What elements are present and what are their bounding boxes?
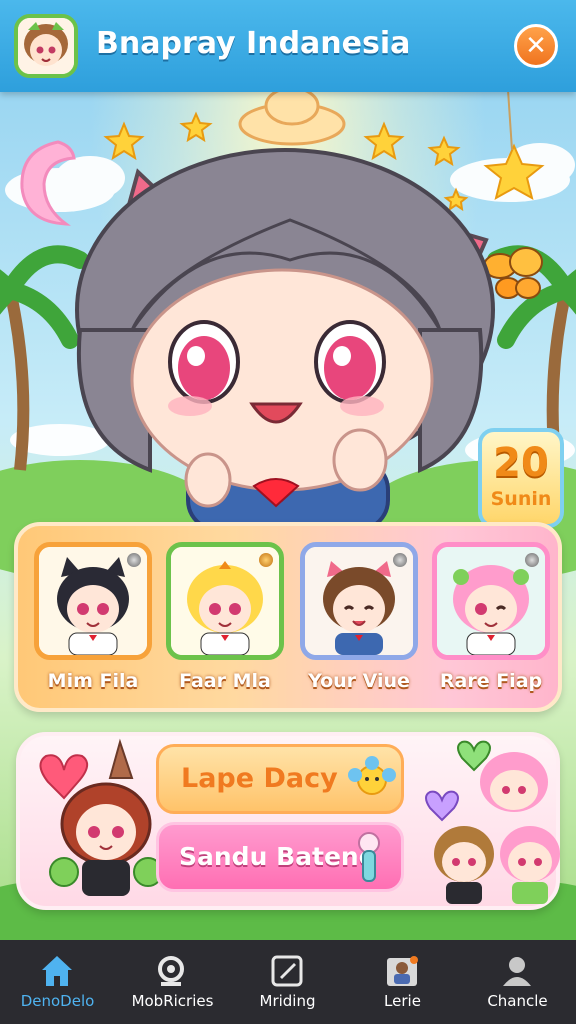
character-name: Your Viue bbox=[308, 670, 410, 692]
heart-icon bbox=[457, 740, 491, 772]
status-dot bbox=[259, 553, 273, 567]
tab-edit[interactable]: Mriding bbox=[230, 940, 345, 1024]
avatar-face-icon bbox=[18, 18, 74, 74]
secondary-action-label: Sandu Batene bbox=[179, 842, 376, 871]
home-icon bbox=[42, 956, 72, 986]
status-dot bbox=[525, 553, 539, 567]
character-name: Faar Mla bbox=[179, 670, 271, 692]
close-button[interactable]: ✕ bbox=[514, 24, 558, 68]
tab-label: Chancle bbox=[487, 992, 548, 1010]
mascot-character bbox=[39, 738, 163, 896]
cloud-icon bbox=[238, 86, 346, 146]
character-card[interactable] bbox=[432, 542, 550, 660]
player-avatar[interactable] bbox=[14, 14, 78, 78]
primary-action-label: Lape Dacy bbox=[181, 763, 338, 794]
tab-search[interactable]: MobRicries bbox=[115, 940, 230, 1024]
potion-icon bbox=[358, 832, 380, 882]
profile-card-icon bbox=[387, 956, 418, 986]
tab-label: MobRicries bbox=[131, 992, 214, 1010]
game-title: Bnapray Indanesia bbox=[96, 26, 411, 61]
secondary-action-button[interactable]: Sandu Batene bbox=[156, 822, 404, 892]
level-badge[interactable]: 20 Sunin bbox=[478, 428, 564, 528]
character-name: Mim Fila bbox=[47, 670, 139, 692]
status-dot bbox=[393, 553, 407, 567]
level-number: 20 bbox=[493, 440, 549, 486]
search-icon bbox=[158, 956, 184, 986]
tab-label: DenoDelo bbox=[20, 992, 95, 1010]
top-bar: Bnapray Indanesia ✕ bbox=[0, 0, 576, 92]
sun-mascot-icon bbox=[348, 756, 396, 795]
primary-action-button[interactable]: Lape Dacy bbox=[156, 744, 404, 814]
edit-icon bbox=[271, 955, 303, 987]
character-card[interactable] bbox=[34, 542, 152, 660]
status-dot bbox=[127, 553, 141, 567]
friends-group bbox=[425, 740, 560, 904]
tab-home[interactable]: DenoDelo bbox=[0, 940, 115, 1024]
tab-user[interactable]: Chancle bbox=[460, 940, 575, 1024]
character-roster: Mim Fila Faar Mla Your Viue Rare Fiap bbox=[14, 522, 562, 712]
level-label: Sunin bbox=[490, 488, 552, 510]
character-card[interactable] bbox=[300, 542, 418, 660]
character-card[interactable] bbox=[166, 542, 284, 660]
user-icon bbox=[503, 957, 531, 986]
tab-profile-card[interactable]: Lerie bbox=[345, 940, 460, 1024]
tab-label: Mriding bbox=[259, 992, 316, 1010]
character-name: Rare Fiap bbox=[439, 670, 543, 692]
bottom-nav: DenoDelo MobRicries Mriding Lerie Chancl… bbox=[0, 940, 576, 1024]
close-icon: ✕ bbox=[525, 31, 547, 61]
heart-icon bbox=[425, 790, 459, 822]
tab-label: Lerie bbox=[384, 992, 421, 1010]
